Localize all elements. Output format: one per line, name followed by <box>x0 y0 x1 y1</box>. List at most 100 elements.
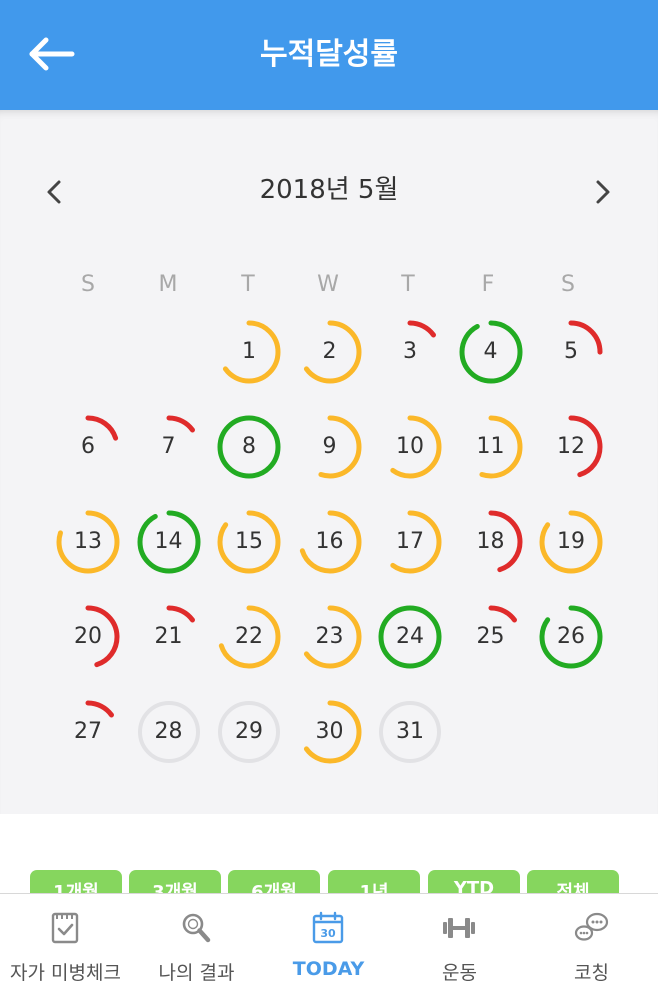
nav-item-today[interactable]: 30 TODAY <box>263 894 394 1000</box>
bottom-navigation: 자가 미병체크 나의 결과 30 TODAY 운동 코칭 <box>0 893 658 1000</box>
calendar-day-number: 13 <box>74 529 102 554</box>
calendar-day-number: 10 <box>396 434 424 459</box>
calendar-day-number: 4 <box>483 339 498 364</box>
nav-item-exercise[interactable]: 운동 <box>394 894 525 1000</box>
month-title: 2018년 5월 <box>259 175 399 205</box>
calendar-day[interactable]: 6 <box>53 412 123 482</box>
calendar-day[interactable]: 12 <box>536 412 606 482</box>
weekday-label: M <box>158 272 178 297</box>
calendar-day[interactable]: 11 <box>456 412 526 482</box>
calendar-day[interactable]: 28 <box>134 697 204 767</box>
weekday-label: S <box>81 272 95 297</box>
nav-label: TODAY <box>292 958 365 980</box>
weekday-label: S <box>561 272 575 297</box>
calendar-icon: 30 <box>312 911 344 944</box>
calendar-day[interactable]: 17 <box>375 507 445 577</box>
weekday-label: W <box>317 272 339 297</box>
back-button[interactable] <box>24 30 80 78</box>
calendar-day-number: 27 <box>74 719 102 744</box>
calendar-day[interactable]: 8 <box>214 412 284 482</box>
calendar-day-number: 18 <box>476 529 505 554</box>
calendar-day-number: 11 <box>476 434 505 459</box>
calendar-day[interactable]: 22 <box>214 602 284 672</box>
period-button-ytd[interactable]: YTD <box>428 870 520 894</box>
calendar-day-number: 2 <box>322 339 337 364</box>
calendar-day[interactable]: 16 <box>295 507 365 577</box>
calendar-day[interactable]: 13 <box>53 507 123 577</box>
nav-item-my-results[interactable]: 나의 결과 <box>131 894 262 1000</box>
calendar-day[interactable]: 10 <box>375 412 445 482</box>
calendar-day[interactable]: 25 <box>456 602 526 672</box>
weekday-label: T <box>401 272 415 297</box>
calendar-day-number: 22 <box>235 624 263 649</box>
calendar-day[interactable]: 7 <box>134 412 204 482</box>
nav-label: 자가 미병체크 <box>10 962 121 984</box>
prev-month-button[interactable] <box>35 172 75 212</box>
calendar-day[interactable]: 21 <box>134 602 204 672</box>
chevron-left-icon <box>47 180 61 204</box>
calendar-day-number: 5 <box>564 339 578 364</box>
chat-bubbles-icon <box>574 912 609 941</box>
back-arrow-icon <box>29 37 75 71</box>
weekday-label: T <box>241 272 255 297</box>
nav-item-coaching[interactable]: 코칭 <box>526 894 657 1000</box>
calendar-day[interactable]: 24 <box>375 602 445 672</box>
calendar-day-number: 14 <box>154 529 183 554</box>
calendar-day-number: 19 <box>557 529 585 554</box>
calendar-day[interactable]: 26 <box>536 602 606 672</box>
calendar-day[interactable]: 20 <box>53 602 123 672</box>
nav-label: 코칭 <box>574 962 609 984</box>
calendar-day-number: 1 <box>242 339 256 364</box>
nav-item-self-check[interactable]: 자가 미병체크 <box>0 894 131 1000</box>
period-button-1m[interactable]: 1개월 <box>30 870 122 894</box>
dumbbell-icon <box>443 918 475 938</box>
period-button-6m[interactable]: 6개월 <box>228 870 320 894</box>
app-header: 누적달성률 <box>0 0 658 110</box>
calendar-day[interactable]: 19 <box>536 507 606 577</box>
weekday-label: F <box>481 272 495 297</box>
calendar-day[interactable]: 15 <box>214 507 284 577</box>
checklist-icon <box>51 912 79 944</box>
calendar-day-number: 17 <box>396 529 424 554</box>
chevron-right-icon <box>596 180 610 204</box>
calendar-day-number: 8 <box>242 434 256 459</box>
calendar-day[interactable]: 9 <box>295 412 365 482</box>
period-button-all[interactable]: 전체 <box>527 870 619 894</box>
period-button-1y[interactable]: 1년 <box>328 870 420 894</box>
calendar-day[interactable]: 3 <box>375 317 445 387</box>
calendar-day[interactable]: 30 <box>295 697 365 767</box>
calendar-day-number: 16 <box>315 529 344 554</box>
next-month-button[interactable] <box>582 172 622 212</box>
magnifier-icon <box>182 913 211 943</box>
calendar-day-number: 26 <box>557 624 585 649</box>
calendar-day-number: 29 <box>235 719 263 744</box>
calendar-day-number: 30 <box>315 719 344 744</box>
calendar-day[interactable]: 27 <box>53 697 123 767</box>
calendar-day[interactable]: 4 <box>456 317 526 387</box>
calendar-day-number: 21 <box>154 624 183 649</box>
nav-label: 운동 <box>442 962 477 984</box>
calendar-day-number: 24 <box>396 624 424 649</box>
calendar-day-number: 31 <box>396 719 424 744</box>
calendar-day[interactable]: 31 <box>375 697 445 767</box>
calendar-day-number: 12 <box>557 434 585 459</box>
calendar-icon-number: 30 <box>320 927 336 940</box>
calendar-day-number: 3 <box>403 339 417 364</box>
page-title: 누적달성률 <box>260 37 398 72</box>
calendar-day-number: 20 <box>74 624 102 649</box>
calendar-panel: 2018년 5월 S M T W T F S 1 2 3 4 5 6 7 8 9 10 11 12 13… <box>0 110 658 814</box>
calendar-day-number: 9 <box>322 434 337 459</box>
calendar-day-number: 6 <box>81 434 95 459</box>
period-button-3m[interactable]: 3개월 <box>129 870 221 894</box>
calendar-day[interactable]: 2 <box>295 317 365 387</box>
calendar-day-number: 25 <box>476 624 505 649</box>
calendar-day[interactable]: 14 <box>134 507 204 577</box>
calendar-day[interactable]: 23 <box>295 602 365 672</box>
calendar-day[interactable]: 29 <box>214 697 284 767</box>
nav-label: 나의 결과 <box>158 962 235 984</box>
calendar-day-number: 7 <box>161 434 176 459</box>
calendar-day[interactable]: 5 <box>536 317 606 387</box>
calendar-day-number: 23 <box>315 624 344 649</box>
calendar-day[interactable]: 1 <box>214 317 284 387</box>
calendar-day[interactable]: 18 <box>456 507 526 577</box>
